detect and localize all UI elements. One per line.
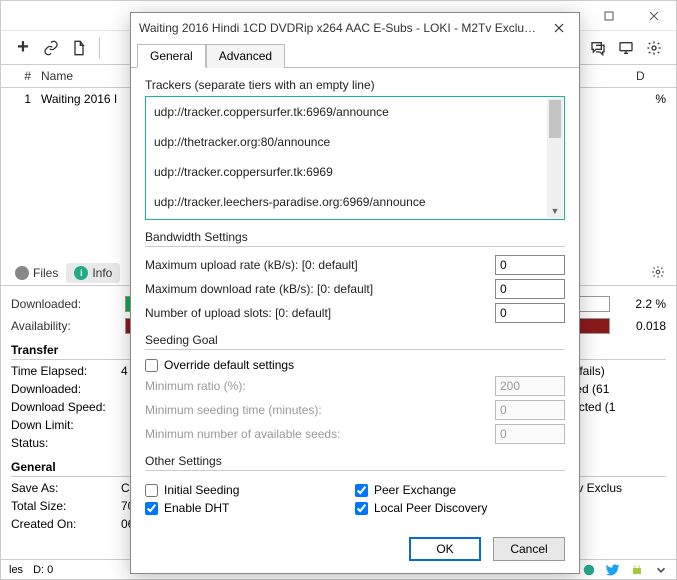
torrent-row-pct: %: [616, 92, 666, 106]
save-as-label: Save As:: [11, 481, 121, 499]
downloaded2-label: Downloaded:: [11, 382, 121, 400]
torrent-properties-dialog: Waiting 2016 Hindi 1CD DVDRip x264 AAC E…: [130, 12, 580, 574]
peer-exchange-label: Peer Exchange: [374, 483, 456, 497]
tab-files-label: Files: [33, 266, 58, 280]
min-seeds-input: [495, 424, 565, 444]
gear-icon[interactable]: [640, 34, 668, 62]
files-icon: [15, 266, 29, 280]
tab-advanced[interactable]: Advanced: [206, 44, 285, 68]
twitter-icon[interactable]: [606, 563, 620, 577]
dialog-titlebar: Waiting 2016 Hindi 1CD DVDRip x264 AAC E…: [131, 13, 579, 43]
availability-pct: 2.2 %: [616, 297, 666, 311]
info-gear-icon[interactable]: [646, 265, 670, 282]
add-torrent-button[interactable]: +: [9, 34, 37, 62]
toolbar-divider: [99, 37, 100, 59]
torrent-row-num: 1: [11, 92, 41, 106]
trackers-input[interactable]: udp://tracker.coppersurfer.tk:6969/annou…: [145, 96, 565, 220]
dialog-close-button[interactable]: [539, 13, 579, 43]
maximize-button[interactable]: [586, 1, 631, 31]
statusbar-les: les: [9, 564, 23, 576]
min-ratio-input: [495, 376, 565, 396]
created-on-label: Created On:: [11, 517, 121, 535]
cancel-button[interactable]: Cancel: [493, 537, 565, 561]
upload-slots-label: Number of upload slots: [0: default]: [145, 306, 487, 320]
override-checkbox[interactable]: [145, 359, 158, 372]
time-elapsed-label: Time Elapsed:: [11, 364, 121, 382]
chat-icon[interactable]: [584, 34, 612, 62]
max-upload-label: Maximum upload rate (kB/s): [0: default]: [145, 258, 487, 272]
seeding-header: Seeding Goal: [145, 333, 565, 350]
scroll-down-icon[interactable]: ▼: [547, 204, 563, 218]
statusbar-d0: D: 0: [33, 564, 53, 576]
initial-seeding-label: Initial Seeding: [164, 483, 239, 497]
dialog-body: Trackers (separate tiers with an empty l…: [131, 68, 579, 529]
max-download-label: Maximum download rate (kB/s): [0: defaul…: [145, 282, 487, 296]
tab-info-label: Info: [92, 266, 112, 280]
min-seed-time-label: Minimum seeding time (minutes):: [145, 403, 487, 417]
dialog-tabs: General Advanced: [131, 43, 579, 68]
tab-info[interactable]: i Info: [66, 263, 120, 283]
info-icon: i: [74, 266, 88, 280]
link-icon[interactable]: [37, 34, 65, 62]
bandwidth-header: Bandwidth Settings: [145, 230, 565, 247]
dialog-title: Waiting 2016 Hindi 1CD DVDRip x264 AAC E…: [139, 21, 539, 35]
availability-val: 0.018: [616, 319, 666, 333]
total-size-label: Total Size:: [11, 499, 121, 517]
tracker-line: udp://tracker.coppersurfer.tk:6969: [154, 165, 544, 179]
close-button[interactable]: [631, 1, 676, 31]
max-upload-input[interactable]: [495, 255, 565, 275]
tracker-line: udp://tracker.leechers-paradise.org:6969…: [154, 195, 544, 209]
trackers-label: Trackers (separate tiers with an empty l…: [145, 78, 565, 92]
scroll-thumb[interactable]: [549, 100, 561, 138]
download-speed-label: Download Speed:: [11, 400, 121, 418]
override-label: Override default settings: [164, 358, 294, 372]
dialog-buttons: OK Cancel: [131, 529, 579, 573]
availability-label: Availability:: [11, 319, 119, 333]
peer-exchange-checkbox[interactable]: [355, 484, 368, 497]
other-header: Other Settings: [145, 454, 565, 471]
min-seed-time-input: [495, 400, 565, 420]
enable-dht-checkbox[interactable]: [145, 502, 158, 515]
enable-dht-label: Enable DHT: [164, 501, 229, 515]
down-limit-label: Down Limit:: [11, 418, 121, 436]
tab-general[interactable]: General: [137, 44, 206, 68]
min-seeds-label: Minimum number of available seeds:: [145, 427, 487, 441]
col-num[interactable]: #: [11, 69, 41, 83]
android-icon[interactable]: [630, 563, 644, 577]
tab-files[interactable]: Files: [7, 263, 66, 283]
file-icon[interactable]: [65, 34, 93, 62]
downloaded-label: Downloaded:: [11, 297, 119, 311]
dht-status-icon[interactable]: [582, 563, 596, 577]
upload-slots-input[interactable]: [495, 303, 565, 323]
local-peer-label: Local Peer Discovery: [374, 501, 487, 515]
monitor-icon[interactable]: [612, 34, 640, 62]
col-d[interactable]: D: [636, 69, 666, 83]
status-label: Status:: [11, 436, 121, 454]
min-ratio-label: Minimum ratio (%):: [145, 379, 487, 393]
trackers-scrollbar[interactable]: ▲ ▼: [547, 98, 563, 218]
tracker-line: udp://thetracker.org:80/announce: [154, 135, 544, 149]
chevron-down-icon[interactable]: [654, 563, 668, 577]
local-peer-checkbox[interactable]: [355, 502, 368, 515]
tracker-line: udp://tracker.coppersurfer.tk:6969/annou…: [154, 105, 544, 119]
initial-seeding-checkbox[interactable]: [145, 484, 158, 497]
max-download-input[interactable]: [495, 279, 565, 299]
ok-button[interactable]: OK: [409, 537, 481, 561]
